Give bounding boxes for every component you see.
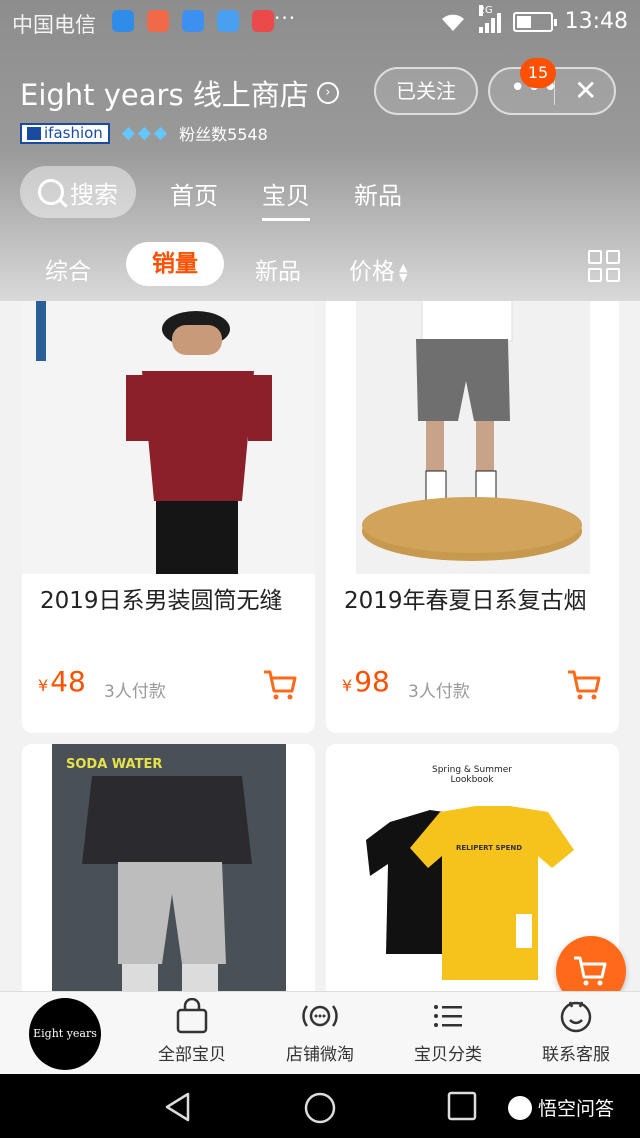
store-header: 中国电信 ··· 2G 13:48 Eight years 线上商店 › ifa… [0, 0, 640, 301]
sort-comprehensive[interactable]: 综合 [45, 252, 91, 286]
product-title: 2019日系男装圆筒无缝 [40, 588, 283, 614]
tab-categories[interactable]: 宝贝分类 [388, 998, 508, 1065]
product-image: SODA WATER [22, 744, 315, 991]
carrier-name: 中国电信 [12, 13, 96, 37]
menu-divider [554, 81, 555, 105]
status-bar: 中国电信 ··· 2G 13:48 [0, 0, 640, 44]
currency-symbol: ¥ [38, 676, 49, 695]
price-value: 98 [354, 665, 390, 698]
product-card[interactable]: 2019日系男装圆筒无缝 ¥48 3人付款 [22, 301, 315, 733]
search-icon [38, 179, 64, 205]
sold-count: 3人付款 [408, 682, 470, 702]
store-tab-bar: Eight years 全部宝贝 店铺微淘 宝贝分类 联系客服 [0, 991, 640, 1074]
add-to-cart-icon[interactable] [566, 669, 602, 701]
wifi-icon [441, 14, 464, 31]
store-meta: ifashion ◆ ◆ ◆ 粉丝数5548 [20, 121, 268, 145]
ifashion-badge: ifashion [20, 122, 110, 144]
chevron-right-icon: › [316, 82, 339, 104]
watermark: 悟空问答 [508, 1094, 614, 1121]
ifashion-badge-label: ifashion [44, 123, 103, 142]
product-title: 2019年春夏日系复古烟 [344, 588, 587, 614]
product-card[interactable]: 2019年春夏日系复古烟 ¥98 3人付款 [326, 301, 619, 733]
product-image-caption: SODA WATER [66, 757, 162, 772]
network-type: 2G [478, 4, 493, 16]
product-card[interactable]: SODA WATER [22, 744, 315, 991]
tab-home[interactable]: 首页 [170, 176, 218, 211]
sold-count: 3人付款 [104, 682, 166, 702]
grid-view-icon[interactable] [588, 250, 620, 282]
signal-icon: 2G [478, 4, 501, 33]
search-label: 搜索 [70, 180, 118, 209]
price-value: 48 [50, 665, 86, 698]
weibo-icon [252, 10, 274, 32]
tab-categories-label: 宝贝分类 [414, 1045, 482, 1065]
follow-button[interactable]: 已关注 [374, 67, 478, 115]
store-name: Eight years 线上商店 [20, 78, 309, 112]
store-logo[interactable]: Eight years [29, 998, 101, 1070]
currency-symbol: ¥ [342, 676, 353, 695]
sort-price-label: 价格 [349, 259, 395, 285]
cart-icon [574, 956, 607, 986]
diamond-icon: ◆ [137, 123, 151, 143]
product-grid: 2019日系男装圆筒无缝 ¥48 3人付款 2019年春夏日系复古烟 ¥98 3… [0, 301, 640, 991]
browser-icon [112, 10, 134, 32]
product-image [326, 301, 619, 574]
product-price: ¥48 [38, 665, 86, 698]
tab-new[interactable]: 新品 [354, 176, 402, 211]
sort-new[interactable]: 新品 [255, 252, 301, 286]
system-navigation-bar: 悟空问答 [0, 1074, 640, 1138]
tab-store-feed-label: 店铺微淘 [286, 1045, 354, 1065]
smiley-chat-icon [560, 1001, 592, 1033]
diamond-icon: ◆ [121, 123, 135, 143]
tab-store-feed[interactable]: 店铺微淘 [260, 998, 380, 1065]
diamond-rating: ◆ ◆ ◆ [122, 123, 167, 143]
sort-sales[interactable]: 销量 [126, 242, 224, 286]
close-icon[interactable]: ✕ [574, 74, 597, 107]
tab-all-items[interactable]: 全部宝贝 [132, 998, 252, 1065]
store-nav-tabs: 搜索 首页 宝贝 新品 [20, 166, 620, 221]
sort-price[interactable]: 价格 ▲ ▼ [349, 252, 407, 286]
chat-icon [147, 10, 169, 32]
home-icon[interactable] [303, 1091, 337, 1125]
more-notifications-indicator: ··· [274, 6, 297, 30]
list-icon [434, 1005, 462, 1027]
gallery-icon [182, 10, 204, 32]
shopping-bag-icon [176, 998, 208, 1034]
notification-icons [112, 10, 274, 32]
wukong-logo-icon [508, 1095, 532, 1120]
broadcast-icon [302, 1005, 338, 1027]
shirt-print-text: RELIPERT SPEND [456, 844, 522, 852]
diamond-icon: ◆ [153, 123, 168, 143]
tab-customer-service-label: 联系客服 [542, 1045, 610, 1065]
product-image-caption-1: Spring & Summer [432, 765, 512, 775]
recent-apps-icon[interactable] [447, 1091, 477, 1121]
tab-customer-service[interactable]: 联系客服 [516, 998, 636, 1065]
product-image [22, 301, 315, 574]
store-title[interactable]: Eight years 线上商店 › [20, 72, 339, 114]
sort-bar: 综合 销量 新品 价格 ▲ ▼ [0, 242, 640, 292]
follower-count: 粉丝数5548 [179, 125, 268, 144]
battery-icon [512, 11, 557, 32]
back-icon[interactable] [162, 1091, 194, 1123]
sort-arrows-icon: ▲ ▼ [399, 260, 408, 284]
tab-items[interactable]: 宝贝 [262, 176, 310, 221]
product-price: ¥98 [342, 665, 390, 698]
search-button[interactable]: 搜索 [20, 166, 136, 218]
watermark-text: 悟空问答 [538, 1098, 615, 1120]
tab-all-items-label: 全部宝贝 [158, 1045, 226, 1065]
product-image-caption-2: Lookbook [450, 775, 494, 785]
message-icon [217, 10, 239, 32]
ifashion-logo-icon [27, 126, 41, 140]
clock: 13:48 [564, 9, 628, 34]
message-count-badge: 15 [520, 58, 556, 88]
add-to-cart-icon[interactable] [262, 669, 298, 701]
